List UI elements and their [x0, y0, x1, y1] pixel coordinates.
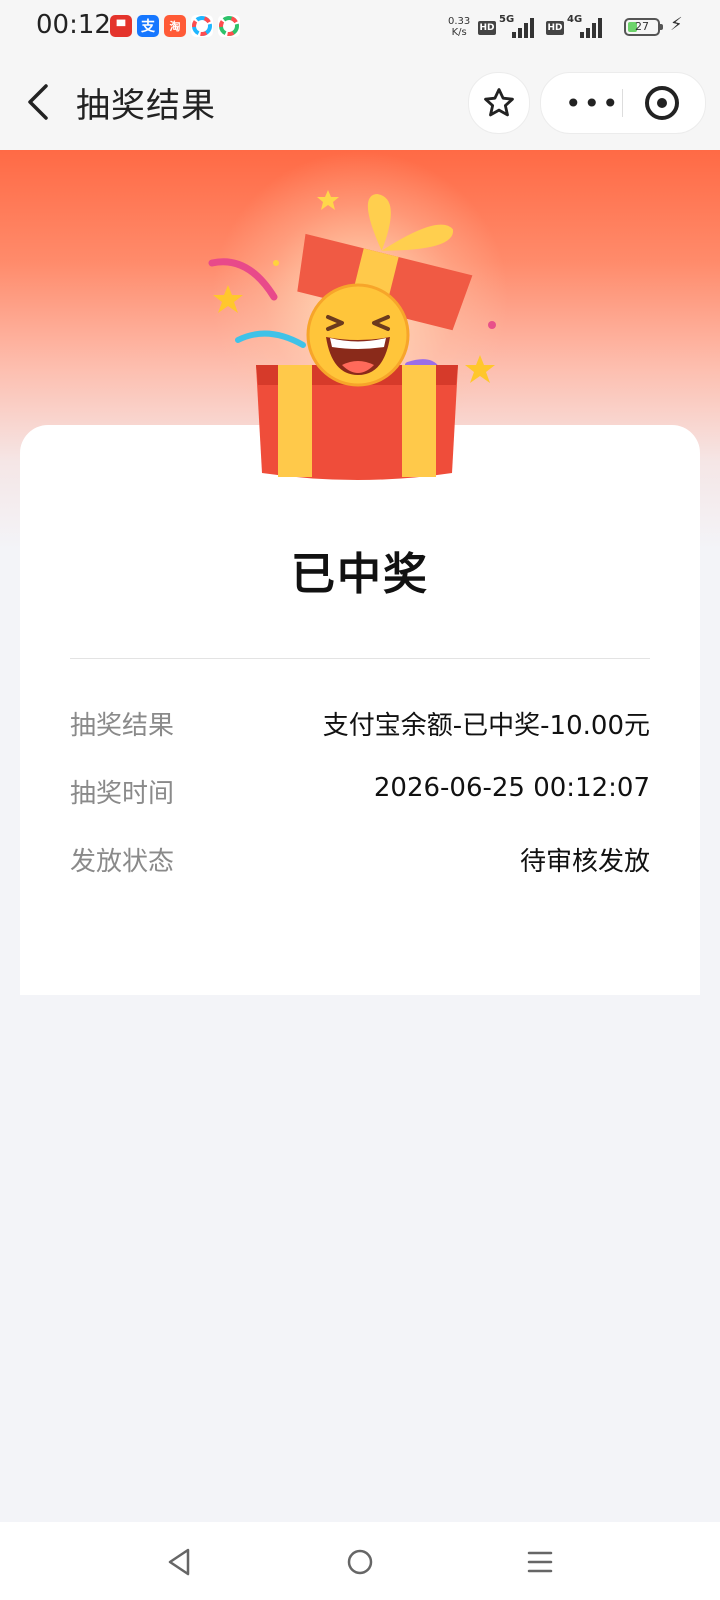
- row-label-status: 发放状态: [70, 847, 175, 877]
- chevron-left-icon: [28, 84, 48, 120]
- signal-icon: [578, 16, 604, 38]
- colorful-app-icon: [191, 15, 213, 37]
- favorite-button[interactable]: [468, 72, 530, 134]
- alipay-icon: 支: [137, 15, 159, 37]
- nav-home-button[interactable]: [340, 1542, 380, 1582]
- net-speed-value: 0.33: [448, 16, 471, 27]
- status-time: 00:12: [36, 10, 111, 40]
- page-title: 抽奖结果: [76, 86, 216, 126]
- more-button[interactable]: •••: [565, 87, 621, 120]
- capsule-divider: [622, 89, 623, 117]
- nav-back-button[interactable]: [160, 1542, 200, 1582]
- hd-icon: HD: [546, 21, 564, 35]
- row-value-status: 待审核发放: [519, 847, 650, 877]
- battery-icon: 27: [624, 18, 663, 36]
- row-value-result: 支付宝余额-已中奖-10.00元: [322, 711, 650, 741]
- win-status-title: 已中奖: [291, 549, 429, 600]
- battery-percent: 27: [635, 20, 649, 33]
- net-speed: 0.33 K/s: [448, 16, 470, 38]
- net-speed-unit: K/s: [451, 27, 467, 38]
- gift-ribbon: [278, 365, 312, 477]
- gift-box-illustration: [208, 190, 496, 480]
- confetti-ribbon: [208, 258, 278, 301]
- hd-icon: HD: [478, 21, 496, 35]
- close-miniapp-button[interactable]: [645, 86, 679, 120]
- charging-icon: ⚡: [670, 14, 683, 35]
- signal-icon: [510, 16, 536, 38]
- row-label-time: 抽奖时间: [70, 779, 175, 809]
- sparkle-star-icon: [213, 285, 243, 313]
- system-nav-bar: [0, 1522, 720, 1600]
- row-label-result: 抽奖结果: [70, 711, 175, 741]
- taobao-icon: 淘: [164, 15, 186, 37]
- divider: [70, 658, 650, 659]
- confetti-dot: [488, 321, 496, 329]
- gift-ribbon: [402, 365, 436, 477]
- card-serrated-edge: [20, 980, 700, 1000]
- confetti-dot: [273, 260, 279, 266]
- star-icon: [484, 88, 514, 117]
- back-button[interactable]: [20, 80, 60, 124]
- nav-header: 抽奖结果 •••: [0, 54, 720, 150]
- sparkle-star-icon: [317, 190, 339, 210]
- colorful-app-icon: [218, 15, 240, 37]
- status-bar: 00:12 ▀ 支 淘 0.33 K/s HD 5G HD 4G 27 ⚡: [0, 0, 720, 54]
- nav-menu-button[interactable]: [520, 1542, 560, 1582]
- sparkle-star-icon: [465, 355, 495, 383]
- confetti-ribbon: [235, 330, 306, 348]
- mini-program-capsule: •••: [540, 72, 706, 134]
- app-notification-icon: ▀: [110, 15, 132, 37]
- row-value-time: 2026-06-25 00:12:07: [373, 773, 650, 803]
